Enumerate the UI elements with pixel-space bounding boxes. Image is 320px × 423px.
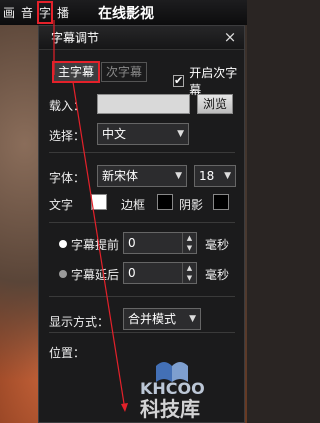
logo-text: KHCOO	[140, 379, 205, 398]
site-text: 科技库	[140, 397, 200, 420]
watermark: KHCOO 科技库	[136, 352, 240, 421]
arrowhead-icon	[121, 403, 128, 412]
khcoo-logo-icon: KHCOO 科技库	[140, 362, 205, 421]
annotation-line	[72, 81, 126, 411]
